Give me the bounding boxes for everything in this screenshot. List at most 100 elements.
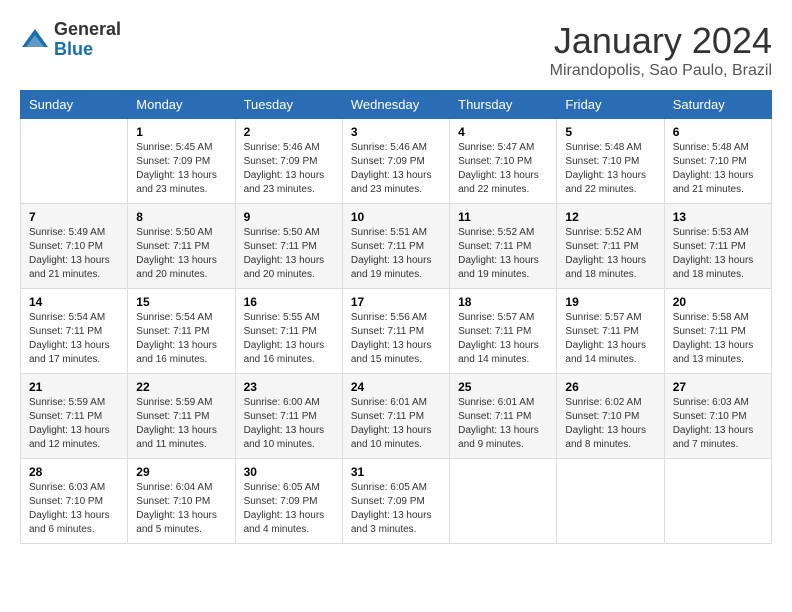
- calendar-cell: 9 Sunrise: 5:50 AMSunset: 7:11 PMDaylight…: [235, 204, 342, 289]
- calendar-cell: 23 Sunrise: 6:00 AMSunset: 7:11 PMDayligh…: [235, 374, 342, 459]
- day-number: 20: [673, 295, 763, 309]
- calendar-cell: 26 Sunrise: 6:02 AMSunset: 7:10 PMDayligh…: [557, 374, 664, 459]
- calendar-cell: [21, 119, 128, 204]
- calendar-cell: 12Sunrise: 5:52 AMSunset: 7:11 PMDayligh…: [557, 204, 664, 289]
- day-info: Sunrise: 5:55 AMSunset: 7:11 PMDaylight:…: [244, 311, 334, 367]
- day-number: 22: [136, 380, 226, 394]
- calendar-cell: 7 Sunrise: 5:49 AMSunset: 7:10 PMDaylight…: [21, 204, 128, 289]
- day-info: Sunrise: 5:53 AMSunset: 7:11 PMDaylight:…: [673, 226, 763, 282]
- calendar-cell: 16 Sunrise: 5:55 AMSunset: 7:11 PMDayligh…: [235, 289, 342, 374]
- day-info: Sunrise: 6:05 AMSunset: 7:09 PMDaylight:…: [244, 481, 334, 537]
- day-info: Sunrise: 5:52 AMSunset: 7:11 PMDaylight:…: [458, 226, 548, 282]
- day-number: 24: [351, 380, 441, 394]
- day-number: 15: [136, 295, 226, 309]
- location: Mirandopolis, Sao Paulo, Brazil: [550, 62, 772, 80]
- calendar-cell: 10 Sunrise: 5:51 AMSunset: 7:11 PMDayligh…: [342, 204, 449, 289]
- day-info: Sunrise: 5:45 AMSunset: 7:09 PMDaylight:…: [136, 141, 226, 197]
- day-info: Sunrise: 5:48 AMSunset: 7:10 PMDaylight:…: [565, 141, 655, 197]
- page-header: General Blue January 2024 Mirandopolis, …: [20, 20, 772, 80]
- day-number: 7: [29, 210, 119, 224]
- calendar-cell: 13 Sunrise: 5:53 AMSunset: 7:11 PMDayligh…: [664, 204, 771, 289]
- calendar-cell: 28Sunrise: 6:03 AMSunset: 7:10 PMDayligh…: [21, 459, 128, 544]
- day-number: 30: [244, 465, 334, 479]
- day-header-saturday: Saturday: [664, 91, 771, 119]
- day-number: 16: [244, 295, 334, 309]
- week-row-4: 21Sunrise: 5:59 AMSunset: 7:11 PMDayligh…: [21, 374, 772, 459]
- calendar-table: SundayMondayTuesdayWednesdayThursdayFrid…: [20, 90, 772, 544]
- day-number: 1: [136, 125, 226, 139]
- days-header-row: SundayMondayTuesdayWednesdayThursdayFrid…: [21, 91, 772, 119]
- logo-general-text: General: [54, 20, 121, 40]
- day-number: 6: [673, 125, 763, 139]
- title-block: January 2024 Mirandopolis, Sao Paulo, Br…: [550, 20, 772, 80]
- week-row-1: 1 Sunrise: 5:45 AMSunset: 7:09 PMDaylight…: [21, 119, 772, 204]
- day-header-wednesday: Wednesday: [342, 91, 449, 119]
- day-number: 31: [351, 465, 441, 479]
- day-number: 14: [29, 295, 119, 309]
- day-info: Sunrise: 5:57 AMSunset: 7:11 PMDaylight:…: [458, 311, 548, 367]
- calendar-cell: 4 Sunrise: 5:47 AMSunset: 7:10 PMDaylight…: [450, 119, 557, 204]
- day-number: 26: [565, 380, 655, 394]
- calendar-cell: [557, 459, 664, 544]
- calendar-cell: [450, 459, 557, 544]
- day-number: 18: [458, 295, 548, 309]
- day-info: Sunrise: 5:51 AMSunset: 7:11 PMDaylight:…: [351, 226, 441, 282]
- calendar-cell: 14 Sunrise: 5:54 AMSunset: 7:11 PMDayligh…: [21, 289, 128, 374]
- month-title: January 2024: [550, 20, 772, 62]
- day-info: Sunrise: 5:50 AMSunset: 7:11 PMDaylight:…: [136, 226, 226, 282]
- day-info: Sunrise: 5:59 AMSunset: 7:11 PMDaylight:…: [29, 396, 119, 452]
- day-number: 10: [351, 210, 441, 224]
- day-number: 8: [136, 210, 226, 224]
- day-number: 4: [458, 125, 548, 139]
- day-info: Sunrise: 6:02 AMSunset: 7:10 PMDaylight:…: [565, 396, 655, 452]
- calendar-cell: 8 Sunrise: 5:50 AMSunset: 7:11 PMDaylight…: [128, 204, 235, 289]
- day-number: 5: [565, 125, 655, 139]
- day-info: Sunrise: 6:00 AMSunset: 7:11 PMDaylight:…: [244, 396, 334, 452]
- calendar-cell: 11Sunrise: 5:52 AMSunset: 7:11 PMDayligh…: [450, 204, 557, 289]
- day-info: Sunrise: 5:59 AMSunset: 7:11 PMDaylight:…: [136, 396, 226, 452]
- day-number: 13: [673, 210, 763, 224]
- logo: General Blue: [20, 20, 121, 60]
- day-number: 17: [351, 295, 441, 309]
- logo-icon: [20, 25, 50, 55]
- day-header-friday: Friday: [557, 91, 664, 119]
- day-number: 3: [351, 125, 441, 139]
- day-info: Sunrise: 5:50 AMSunset: 7:11 PMDaylight:…: [244, 226, 334, 282]
- day-header-monday: Monday: [128, 91, 235, 119]
- calendar-cell: 19 Sunrise: 5:57 AMSunset: 7:11 PMDayligh…: [557, 289, 664, 374]
- day-number: 2: [244, 125, 334, 139]
- calendar-cell: 21Sunrise: 5:59 AMSunset: 7:11 PMDayligh…: [21, 374, 128, 459]
- day-info: Sunrise: 5:49 AMSunset: 7:10 PMDaylight:…: [29, 226, 119, 282]
- calendar-header: SundayMondayTuesdayWednesdayThursdayFrid…: [21, 91, 772, 119]
- calendar-cell: 25Sunrise: 6:01 AMSunset: 7:11 PMDayligh…: [450, 374, 557, 459]
- day-info: Sunrise: 5:46 AMSunset: 7:09 PMDaylight:…: [351, 141, 441, 197]
- calendar-cell: 5 Sunrise: 5:48 AMSunset: 7:10 PMDaylight…: [557, 119, 664, 204]
- calendar-body: 1 Sunrise: 5:45 AMSunset: 7:09 PMDaylight…: [21, 119, 772, 544]
- day-number: 25: [458, 380, 548, 394]
- day-number: 23: [244, 380, 334, 394]
- calendar-cell: 15 Sunrise: 5:54 AMSunset: 7:11 PMDayligh…: [128, 289, 235, 374]
- day-number: 19: [565, 295, 655, 309]
- calendar-cell: 6Sunrise: 5:48 AMSunset: 7:10 PMDaylight…: [664, 119, 771, 204]
- calendar-cell: 2Sunrise: 5:46 AMSunset: 7:09 PMDaylight…: [235, 119, 342, 204]
- calendar-cell: 24 Sunrise: 6:01 AMSunset: 7:11 PMDayligh…: [342, 374, 449, 459]
- day-info: Sunrise: 6:01 AMSunset: 7:11 PMDaylight:…: [351, 396, 441, 452]
- week-row-2: 7 Sunrise: 5:49 AMSunset: 7:10 PMDaylight…: [21, 204, 772, 289]
- week-row-3: 14 Sunrise: 5:54 AMSunset: 7:11 PMDayligh…: [21, 289, 772, 374]
- day-number: 29: [136, 465, 226, 479]
- day-number: 9: [244, 210, 334, 224]
- day-info: Sunrise: 5:58 AMSunset: 7:11 PMDaylight:…: [673, 311, 763, 367]
- day-info: Sunrise: 5:54 AMSunset: 7:11 PMDaylight:…: [136, 311, 226, 367]
- day-header-thursday: Thursday: [450, 91, 557, 119]
- day-info: Sunrise: 5:47 AMSunset: 7:10 PMDaylight:…: [458, 141, 548, 197]
- day-number: 27: [673, 380, 763, 394]
- calendar-cell: 30 Sunrise: 6:05 AMSunset: 7:09 PMDayligh…: [235, 459, 342, 544]
- calendar-cell: 31 Sunrise: 6:05 AMSunset: 7:09 PMDayligh…: [342, 459, 449, 544]
- calendar-cell: 3 Sunrise: 5:46 AMSunset: 7:09 PMDaylight…: [342, 119, 449, 204]
- calendar-cell: 22 Sunrise: 5:59 AMSunset: 7:11 PMDayligh…: [128, 374, 235, 459]
- day-info: Sunrise: 5:57 AMSunset: 7:11 PMDaylight:…: [565, 311, 655, 367]
- calendar-cell: 27Sunrise: 6:03 AMSunset: 7:10 PMDayligh…: [664, 374, 771, 459]
- day-info: Sunrise: 6:05 AMSunset: 7:09 PMDaylight:…: [351, 481, 441, 537]
- calendar-cell: [664, 459, 771, 544]
- day-info: Sunrise: 5:54 AMSunset: 7:11 PMDaylight:…: [29, 311, 119, 367]
